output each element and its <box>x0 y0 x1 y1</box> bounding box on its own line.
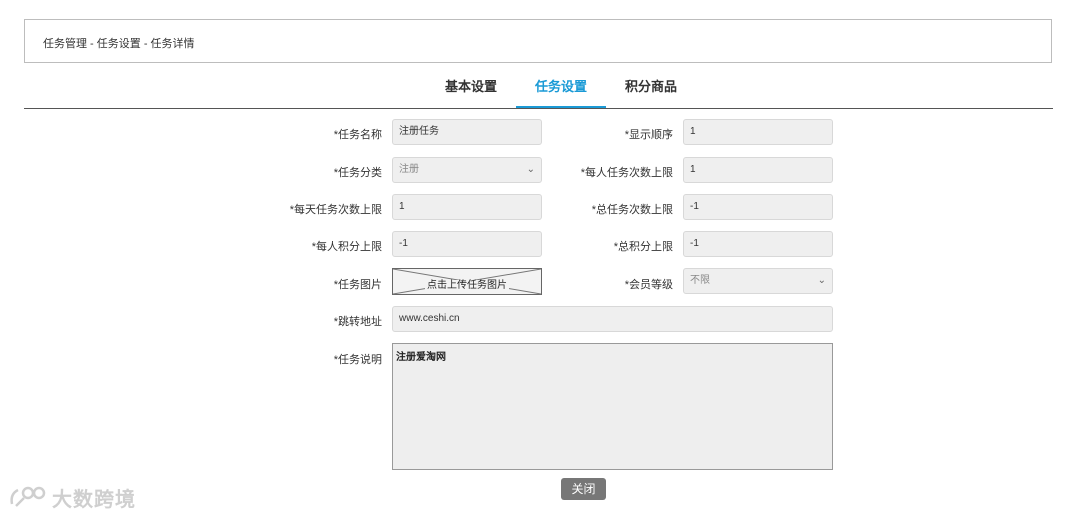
task-name-label: *任务名称 <box>333 129 382 141</box>
breadcrumb: 任务管理 - 任务设置 - 任务详情 <box>43 38 195 50</box>
member-level-select[interactable]: 不限 ⌄ <box>683 268 833 294</box>
description-textarea[interactable]: 注册爱淘网 <box>392 343 833 470</box>
display-order-input[interactable]: 1 <box>683 119 833 145</box>
chevron-down-icon: ⌄ <box>817 275 826 286</box>
total-points-input[interactable]: -1 <box>683 231 833 257</box>
tab-points-products[interactable]: 积分商品 <box>608 70 694 108</box>
watermark-text: 大数跨境 <box>52 489 136 511</box>
tab-bar: 基本设置 任务设置 积分商品 <box>24 70 1053 109</box>
tab-basic-settings[interactable]: 基本设置 <box>428 70 514 108</box>
tab-task-settings[interactable]: 任务设置 <box>516 70 606 108</box>
task-image-label: *任务图片 <box>333 279 382 291</box>
redirect-url-label: *跳转地址 <box>333 316 382 328</box>
member-level-value: 不限 <box>690 275 710 286</box>
breadcrumb-panel: 任务管理 - 任务设置 - 任务详情 <box>24 19 1052 63</box>
per-person-limit-label: *每人任务次数上限 <box>580 167 673 179</box>
close-button[interactable]: 关闭 <box>561 478 606 500</box>
task-category-label: *任务分类 <box>333 167 382 179</box>
total-limit-input[interactable]: -1 <box>683 194 833 220</box>
per-person-limit-input[interactable]: 1 <box>683 157 833 183</box>
watermark-logo-icon <box>10 486 46 507</box>
redirect-url-input[interactable]: www.ceshi.cn <box>392 306 833 332</box>
member-level-label: *会员等级 <box>624 279 673 291</box>
description-label: *任务说明 <box>333 354 382 366</box>
per-person-points-label: *每人积分上限 <box>311 241 382 253</box>
display-order-label: *显示顺序 <box>624 129 673 141</box>
daily-limit-label: *每天任务次数上限 <box>289 204 382 216</box>
total-points-label: *总积分上限 <box>613 241 673 253</box>
total-limit-label: *总任务次数上限 <box>591 204 673 216</box>
task-category-value: 注册 <box>399 164 419 175</box>
